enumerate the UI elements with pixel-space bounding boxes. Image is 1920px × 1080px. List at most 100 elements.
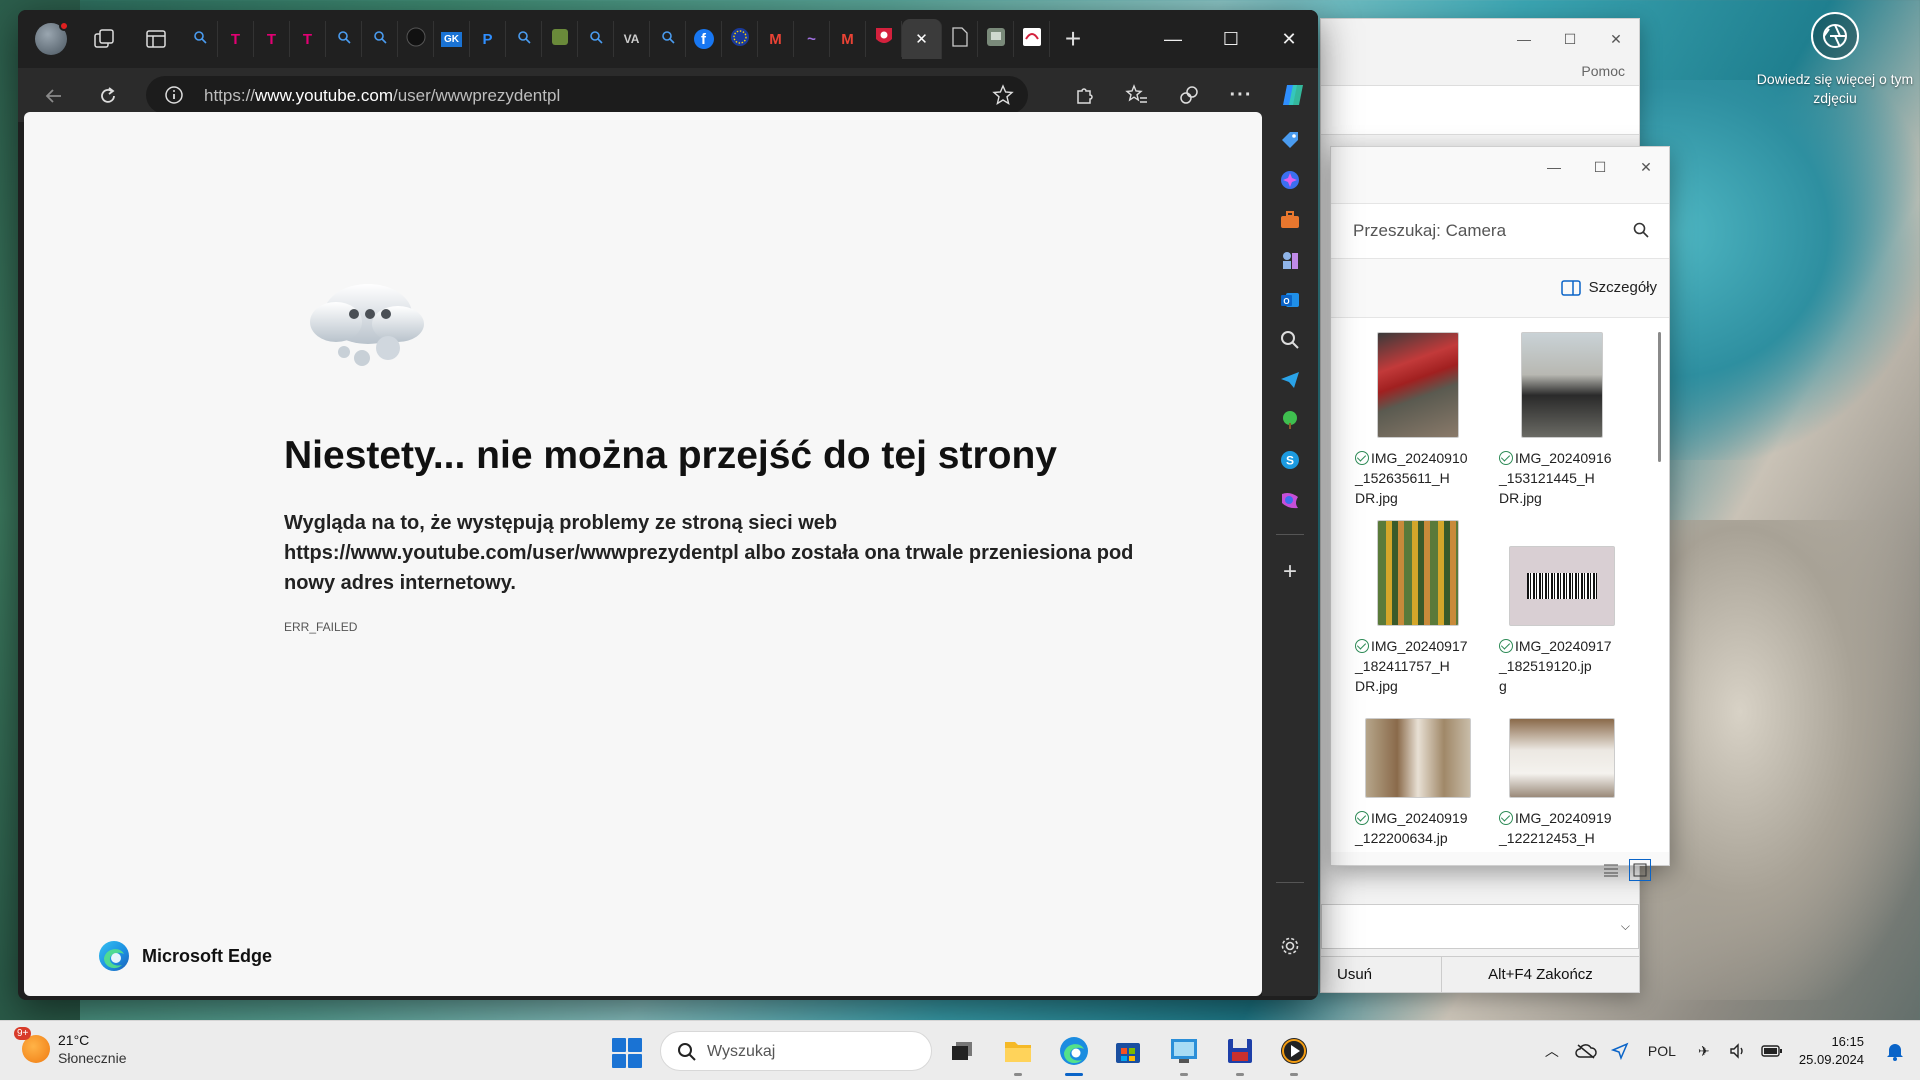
tab[interactable]: [326, 21, 362, 57]
file-item[interactable]: IMG_20240919 _122212453_H: [1495, 718, 1627, 848]
url-text[interactable]: https://www.youtube.com/user/wwwprezyden…: [204, 86, 560, 106]
extensions-button[interactable]: [1066, 76, 1104, 114]
sidebar-tools-button[interactable]: [1274, 204, 1306, 236]
delete-label[interactable]: Usuń: [1321, 966, 1441, 983]
tab[interactable]: GK: [434, 21, 470, 57]
airplane-mode-icon[interactable]: ✈: [1687, 1034, 1721, 1068]
location-indicator[interactable]: [1603, 1034, 1637, 1068]
details-button[interactable]: Szczegóły: [1560, 279, 1657, 296]
taskbar-store[interactable]: [1110, 1033, 1146, 1069]
tab[interactable]: [722, 21, 758, 57]
tab[interactable]: M: [758, 21, 794, 57]
sidebar-tree-button[interactable]: [1274, 404, 1306, 436]
weather-widget[interactable]: 9+ 21°C Słonecznie: [14, 1027, 127, 1067]
thumbnail-view-icon[interactable]: [1629, 859, 1651, 881]
minimize-button[interactable]: —: [1531, 147, 1577, 187]
file-item[interactable]: IMG_20240919 _122200634.jp: [1351, 718, 1483, 848]
minimize-button[interactable]: —: [1501, 19, 1547, 59]
sidebar-games-button[interactable]: [1274, 244, 1306, 276]
profile-avatar[interactable]: [24, 21, 78, 56]
tab[interactable]: [978, 21, 1014, 57]
tab[interactable]: [182, 21, 218, 57]
explorer-search-box[interactable]: Przeszukaj: Camera: [1331, 203, 1669, 259]
file-name: IMG_20240919: [1515, 810, 1612, 826]
tab[interactable]: [398, 21, 434, 57]
taskbar-file-explorer[interactable]: [1000, 1033, 1036, 1076]
copilot-button[interactable]: [1274, 76, 1312, 114]
sidebar-designer-button[interactable]: [1274, 484, 1306, 516]
sidebar-search-button[interactable]: [1274, 324, 1306, 356]
sidebar-telegram-button[interactable]: [1274, 364, 1306, 396]
minimize-button[interactable]: —: [1144, 10, 1202, 68]
details-view-icon[interactable]: [1603, 863, 1619, 877]
taskbar-edge[interactable]: [1056, 1033, 1092, 1076]
clock[interactable]: 16:15 25.09.2024: [1789, 1033, 1878, 1069]
explorer-search-input[interactable]: Przeszukaj: Camera: [1353, 221, 1506, 241]
scrollbar[interactable]: [1658, 332, 1661, 462]
sidebar-settings-button[interactable]: [1274, 930, 1306, 962]
file-item[interactable]: IMG_20240916 _153121445_H DR.jpg: [1495, 332, 1627, 508]
tab[interactable]: [1014, 21, 1050, 57]
tab[interactable]: ~: [794, 21, 830, 57]
sidebar-shopping-button[interactable]: [1274, 124, 1306, 156]
taskbar-save-app[interactable]: [1222, 1033, 1258, 1076]
language-indicator[interactable]: POL: [1637, 1034, 1687, 1068]
sidebar-outlook-button[interactable]: O: [1274, 284, 1306, 316]
start-button[interactable]: [612, 1038, 642, 1068]
sidebar-skype-button[interactable]: S: [1274, 444, 1306, 476]
favorites-button[interactable]: [1118, 76, 1156, 114]
tab[interactable]: [578, 21, 614, 57]
tab[interactable]: T: [290, 21, 326, 57]
close-button[interactable]: ✕: [1593, 19, 1639, 59]
vertical-tabs-button[interactable]: [130, 22, 182, 56]
onedrive-status[interactable]: [1569, 1034, 1603, 1068]
maximize-button[interactable]: ☐: [1577, 147, 1623, 187]
taskbar-control-panel[interactable]: [1166, 1033, 1202, 1076]
file-item[interactable]: IMG_20240910 _152635611_H DR.jpg: [1351, 332, 1483, 508]
tab[interactable]: [506, 21, 542, 57]
taskbar-media-player[interactable]: [1276, 1033, 1312, 1076]
sidebar-add-button[interactable]: +: [1274, 556, 1306, 588]
menu-help[interactable]: Pomoc: [1581, 63, 1625, 79]
photo-info-widget[interactable]: Dowiedz się więcej o tym zdjęciu: [1755, 12, 1915, 108]
tab[interactable]: [542, 21, 578, 57]
tab[interactable]: [866, 21, 902, 57]
tab-active[interactable]: ✕: [902, 19, 942, 59]
sidebar-copilot-button[interactable]: [1274, 164, 1306, 196]
back-button[interactable]: [36, 78, 72, 114]
battery-icon[interactable]: [1755, 1034, 1789, 1068]
settings-more-button[interactable]: ···: [1222, 76, 1260, 114]
close-button[interactable]: ✕: [1623, 147, 1669, 187]
maximize-button[interactable]: ☐: [1202, 10, 1260, 68]
tab[interactable]: M: [830, 21, 866, 57]
file-item[interactable]: IMG_20240917 _182411757_H DR.jpg: [1351, 520, 1483, 696]
tab[interactable]: [650, 21, 686, 57]
volume-icon[interactable]: [1721, 1034, 1755, 1068]
tab[interactable]: T: [218, 21, 254, 57]
tab[interactable]: [362, 21, 398, 57]
new-tab-button[interactable]: +: [1050, 22, 1096, 56]
file-explorer-window[interactable]: — ☐ ✕ Przeszukaj: Camera Szczegóły IMG_2…: [1330, 146, 1670, 881]
tab[interactable]: [942, 21, 978, 57]
tab[interactable]: T: [254, 21, 290, 57]
taskbar-task-view[interactable]: [944, 1033, 980, 1069]
file-item[interactable]: IMG_20240917 _182519120.jp g: [1495, 520, 1627, 696]
address-bar[interactable]: https://www.youtube.com/user/wwwprezyden…: [146, 76, 1028, 114]
collections-button[interactable]: [1170, 76, 1208, 114]
workspaces-button[interactable]: [78, 22, 130, 56]
close-icon[interactable]: ✕: [915, 30, 928, 48]
edge-browser-window[interactable]: T T T GK P VA f M ~ M ✕ + — ☐ ✕ https://www.youtub…: [18, 10, 1318, 1000]
tab[interactable]: f: [686, 21, 722, 57]
notification-bell-icon[interactable]: [1878, 1034, 1912, 1068]
show-hidden-icons-button[interactable]: ︿: [1535, 1034, 1569, 1068]
taskbar-search-box[interactable]: Wyszukaj: [660, 1031, 932, 1071]
tab[interactable]: P: [470, 21, 506, 57]
quit-label[interactable]: Alt+F4 Zakończ: [1441, 956, 1639, 993]
tab[interactable]: VA: [614, 21, 650, 57]
refresh-button[interactable]: [90, 78, 126, 114]
maximize-button[interactable]: ☐: [1547, 19, 1593, 59]
favorite-star-icon[interactable]: [992, 84, 1014, 111]
site-info-icon[interactable]: [164, 85, 184, 110]
close-button[interactable]: ✕: [1260, 10, 1318, 68]
dropdown-field[interactable]: ⌵: [1321, 904, 1639, 949]
